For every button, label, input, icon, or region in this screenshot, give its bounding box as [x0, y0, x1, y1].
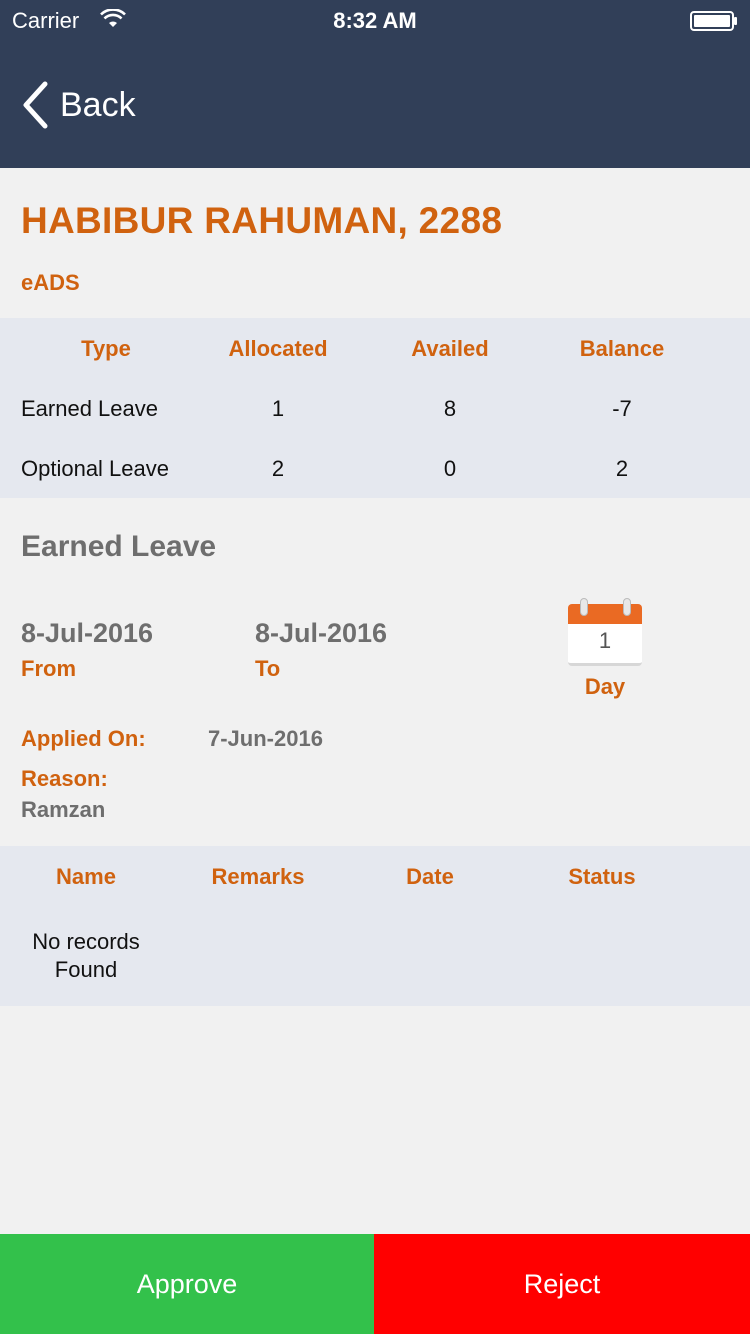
table-header: Type Allocated Availed Balance — [0, 336, 750, 376]
applied-on-label: Applied On: — [21, 726, 146, 751]
row-availed: 0 — [443, 456, 457, 481]
leave-balance-table: Type Allocated Availed Balance Earned Le… — [0, 318, 750, 498]
back-label: Back — [60, 85, 136, 124]
chevron-left-icon — [23, 81, 48, 129]
header-date: Date — [406, 864, 454, 889]
row-allocated: 2 — [271, 456, 285, 481]
table-header: Name Remarks Date Status — [0, 864, 750, 898]
applied-on-value: 7-Jun-2016 — [208, 726, 323, 751]
table-row: Optional Leave 2 0 2 — [0, 456, 750, 496]
clock: 8:32 AM — [333, 8, 417, 33]
header-allocated: Allocated — [228, 336, 328, 361]
row-balance: 2 — [615, 456, 629, 481]
navigation-bar: Carrier 8:32 AM Back — [0, 0, 750, 168]
header-type: Type — [81, 336, 131, 361]
back-button[interactable]: Back — [20, 78, 136, 132]
row-allocated: 1 — [271, 396, 285, 421]
empty-state-message: No records Found — [0, 928, 172, 984]
empty-state-line: No records — [32, 929, 140, 954]
day-label: Day — [584, 674, 626, 699]
reject-button[interactable]: Reject — [374, 1234, 750, 1334]
employee-department: eADS — [21, 270, 80, 295]
header-availed: Availed — [411, 336, 489, 361]
reason-label: Reason: — [21, 766, 108, 791]
row-balance: -7 — [612, 396, 632, 421]
empty-state-line: Found — [54, 957, 118, 982]
approve-button[interactable]: Approve — [0, 1234, 374, 1334]
status-bar: Carrier 8:32 AM — [0, 0, 750, 40]
to-date: 8-Jul-2016 — [255, 618, 388, 648]
leave-type-title: Earned Leave — [21, 530, 217, 563]
header-status: Status — [568, 864, 636, 889]
row-availed: 8 — [443, 396, 457, 421]
from-label: From — [21, 656, 76, 681]
battery-icon — [690, 11, 737, 31]
header-name: Name — [56, 864, 116, 889]
reason-value: Ramzan — [21, 797, 106, 822]
from-date: 8-Jul-2016 — [21, 618, 154, 648]
table-row: Earned Leave 1 8 -7 — [0, 396, 750, 436]
row-type: Earned Leave — [21, 396, 158, 421]
employee-name: HABIBUR RAHUMAN, 2288 — [21, 200, 503, 241]
approval-remarks-table: Name Remarks Date Status No records Foun… — [0, 846, 750, 1006]
day-count: 1 — [598, 628, 612, 653]
header-remarks: Remarks — [211, 864, 305, 889]
calendar-icon: 1 — [568, 598, 642, 668]
header-balance: Balance — [579, 336, 665, 361]
to-label: To — [255, 656, 281, 681]
row-type: Optional Leave — [21, 456, 169, 481]
